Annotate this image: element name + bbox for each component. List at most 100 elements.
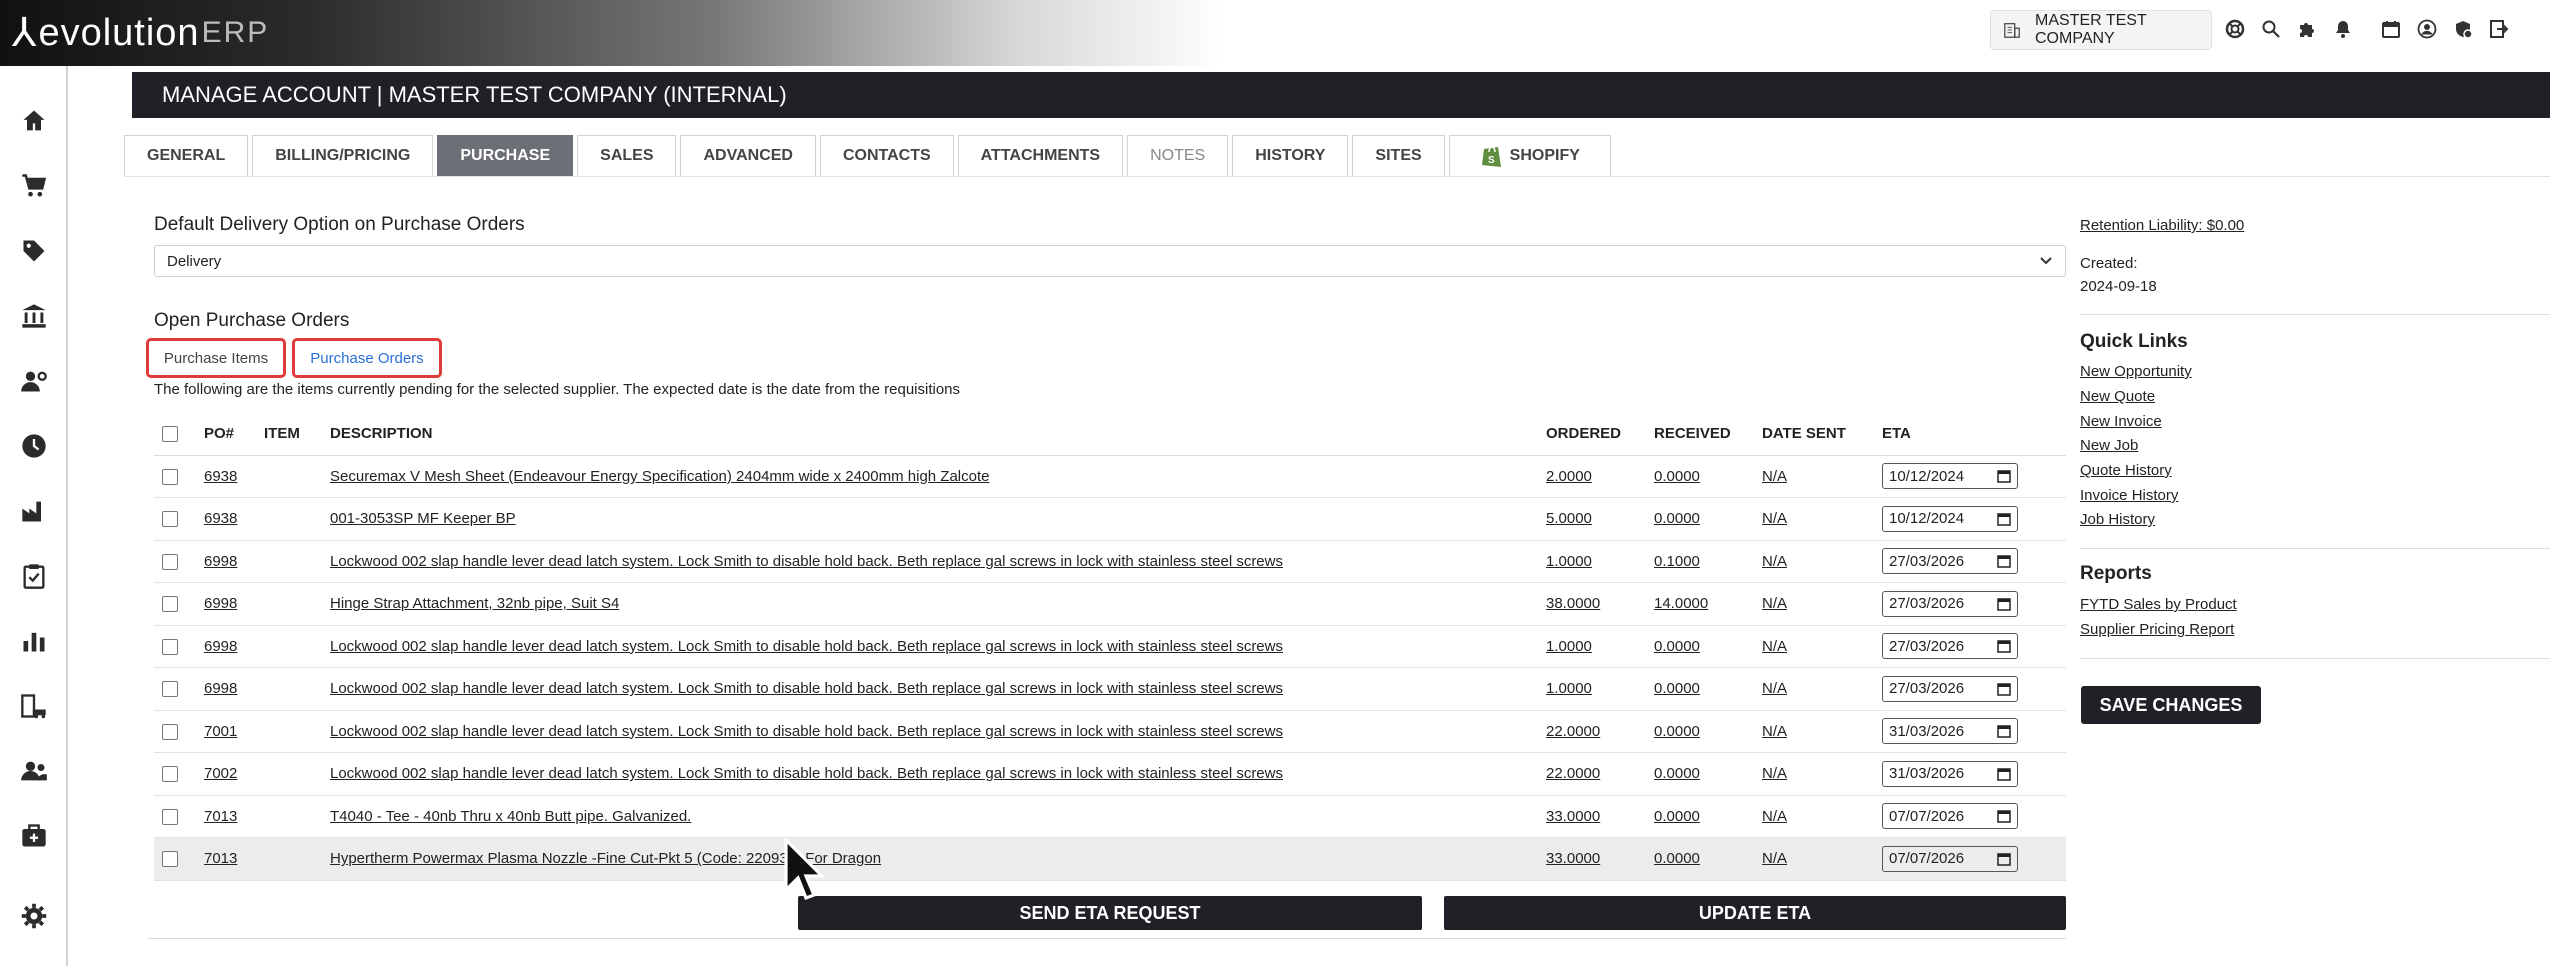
ordered-cell[interactable]: 2.0000 — [1546, 455, 1654, 498]
subtab-purchase-orders[interactable]: Purchase Orders — [292, 338, 442, 378]
report-fytd-sales-by-product[interactable]: FYTD Sales by Product — [2080, 596, 2237, 613]
received-cell[interactable]: 0.1000 — [1654, 540, 1762, 583]
quick-link-new-job[interactable]: New Job — [2080, 437, 2138, 454]
tab-notes[interactable]: NOTES — [1127, 135, 1229, 177]
po-link[interactable]: 6998 — [204, 540, 264, 583]
row-checkbox[interactable] — [162, 766, 178, 783]
date-sent-cell[interactable]: N/A — [1762, 540, 1882, 583]
eta-date-input[interactable]: 27/03/2026 — [1882, 590, 2018, 617]
factory-icon[interactable] — [0, 486, 68, 536]
tab-sites[interactable]: SITES — [1352, 135, 1445, 177]
description-link[interactable]: Lockwood 002 slap handle lever dead latc… — [330, 710, 1546, 753]
description-link[interactable]: Lockwood 002 slap handle lever dead latc… — [330, 540, 1546, 583]
row-checkbox[interactable] — [162, 468, 178, 485]
gear-icon[interactable] — [0, 891, 68, 941]
save-changes-button[interactable]: SAVE CHANGES — [2081, 686, 2261, 724]
received-cell[interactable]: 0.0000 — [1654, 497, 1762, 541]
date-sent-cell[interactable]: N/A — [1762, 455, 1882, 498]
eta-date-input[interactable]: 27/03/2026 — [1882, 633, 2018, 660]
ordered-cell[interactable]: 22.0000 — [1546, 710, 1654, 753]
ordered-cell[interactable]: 38.0000 — [1546, 582, 1654, 626]
row-checkbox[interactable] — [162, 851, 178, 868]
description-link[interactable]: Securemax V Mesh Sheet (Endeavour Energy… — [330, 455, 1546, 498]
quick-link-new-invoice[interactable]: New Invoice — [2080, 413, 2162, 430]
company-selector[interactable]: MASTER TEST COMPANY — [1990, 10, 2212, 50]
tab-shopify[interactable]: S SHOPIFY — [1448, 135, 1611, 177]
eta-date-input[interactable]: 31/03/2026 — [1882, 760, 2018, 787]
quick-link-new-opportunity[interactable]: New Opportunity — [2080, 363, 2192, 380]
received-cell[interactable]: 14.0000 — [1654, 582, 1762, 626]
date-sent-cell[interactable]: N/A — [1762, 667, 1882, 711]
building-car-icon[interactable] — [0, 681, 68, 731]
eta-date-input[interactable]: 27/03/2026 — [1882, 675, 2018, 702]
tab-billing-pricing[interactable]: BILLING/PRICING — [252, 135, 434, 177]
col-date-sent[interactable]: DATE SENT — [1762, 413, 1882, 456]
received-cell[interactable]: 0.0000 — [1654, 752, 1762, 796]
clock-icon[interactable] — [0, 421, 68, 471]
tab-contacts[interactable]: CONTACTS — [819, 135, 954, 177]
quick-link-invoice-history[interactable]: Invoice History — [2080, 487, 2178, 504]
eta-date-input[interactable]: 10/12/2024 — [1882, 463, 2018, 490]
delivery-option-select[interactable]: Delivery — [154, 245, 2066, 277]
subtab-purchase-items[interactable]: Purchase Items — [146, 338, 286, 378]
clipboard-check-icon[interactable] — [0, 551, 68, 601]
send-eta-request-button[interactable]: SEND ETA REQUEST — [798, 896, 1422, 930]
ordered-cell[interactable]: 33.0000 — [1546, 795, 1654, 838]
tab-history[interactable]: HISTORY — [1232, 135, 1349, 177]
po-link[interactable]: 6938 — [204, 497, 264, 541]
puzzle-icon[interactable] — [2292, 18, 2322, 40]
date-sent-cell[interactable]: N/A — [1762, 582, 1882, 626]
ordered-cell[interactable]: 1.0000 — [1546, 540, 1654, 583]
cart-icon[interactable] — [0, 161, 68, 211]
date-sent-cell[interactable]: N/A — [1762, 710, 1882, 753]
tab-purchase[interactable]: PURCHASE — [437, 135, 574, 177]
po-link[interactable]: 7013 — [204, 795, 264, 838]
select-all-checkbox[interactable] — [162, 426, 178, 443]
description-link[interactable]: 001-3053SP MF Keeper BP — [330, 497, 1546, 541]
description-link[interactable]: Lockwood 002 slap handle lever dead latc… — [330, 752, 1546, 796]
received-cell[interactable]: 0.0000 — [1654, 710, 1762, 753]
received-cell[interactable]: 0.0000 — [1654, 667, 1762, 711]
date-sent-cell[interactable]: N/A — [1762, 795, 1882, 838]
date-sent-cell[interactable]: N/A — [1762, 837, 1882, 881]
row-checkbox[interactable] — [162, 808, 178, 825]
received-cell[interactable]: 0.0000 — [1654, 625, 1762, 668]
quick-link-job-history[interactable]: Job History — [2080, 511, 2155, 528]
tab-general[interactable]: GENERAL — [124, 135, 249, 177]
retention-liability-link[interactable]: Retention Liability: $0.00 — [2080, 217, 2244, 234]
bar-chart-icon[interactable] — [0, 616, 68, 666]
ordered-cell[interactable]: 1.0000 — [1546, 625, 1654, 668]
ordered-cell[interactable]: 5.0000 — [1546, 497, 1654, 541]
row-checkbox[interactable] — [162, 511, 178, 528]
received-cell[interactable]: 0.0000 — [1654, 795, 1762, 838]
po-link[interactable]: 6998 — [204, 625, 264, 668]
po-link[interactable]: 7002 — [204, 752, 264, 796]
date-sent-cell[interactable]: N/A — [1762, 625, 1882, 668]
description-link[interactable]: Hypertherm Powermax Plasma Nozzle -Fine … — [330, 837, 1546, 881]
tab-advanced[interactable]: ADVANCED — [680, 135, 816, 177]
ordered-cell[interactable]: 33.0000 — [1546, 837, 1654, 881]
search-icon[interactable] — [2256, 18, 2286, 40]
received-cell[interactable]: 0.0000 — [1654, 837, 1762, 881]
date-sent-cell[interactable]: N/A — [1762, 752, 1882, 796]
quick-link-quote-history[interactable]: Quote History — [2080, 462, 2172, 479]
eta-date-input[interactable]: 10/12/2024 — [1882, 505, 2018, 532]
logout-icon[interactable] — [2484, 18, 2514, 40]
support-icon[interactable] — [2220, 18, 2250, 40]
user-icon[interactable] — [2412, 18, 2442, 40]
col-ordered[interactable]: ORDERED — [1546, 413, 1654, 456]
bell-icon[interactable] — [2328, 18, 2358, 40]
col-received[interactable]: RECEIVED — [1654, 413, 1762, 456]
bank-icon[interactable] — [0, 291, 68, 341]
description-link[interactable]: Lockwood 002 slap handle lever dead latc… — [330, 667, 1546, 711]
ordered-cell[interactable]: 1.0000 — [1546, 667, 1654, 711]
update-eta-button[interactable]: UPDATE ETA — [1444, 896, 2066, 930]
tag-icon[interactable] — [0, 226, 68, 276]
description-link[interactable]: Lockwood 002 slap handle lever dead latc… — [330, 625, 1546, 668]
user-settings-icon[interactable] — [0, 356, 68, 406]
col-po[interactable]: PO# — [204, 413, 264, 456]
po-link[interactable]: 6998 — [204, 582, 264, 626]
ordered-cell[interactable]: 22.0000 — [1546, 752, 1654, 796]
po-link[interactable]: 6938 — [204, 455, 264, 498]
medical-kit-icon[interactable] — [0, 811, 68, 861]
